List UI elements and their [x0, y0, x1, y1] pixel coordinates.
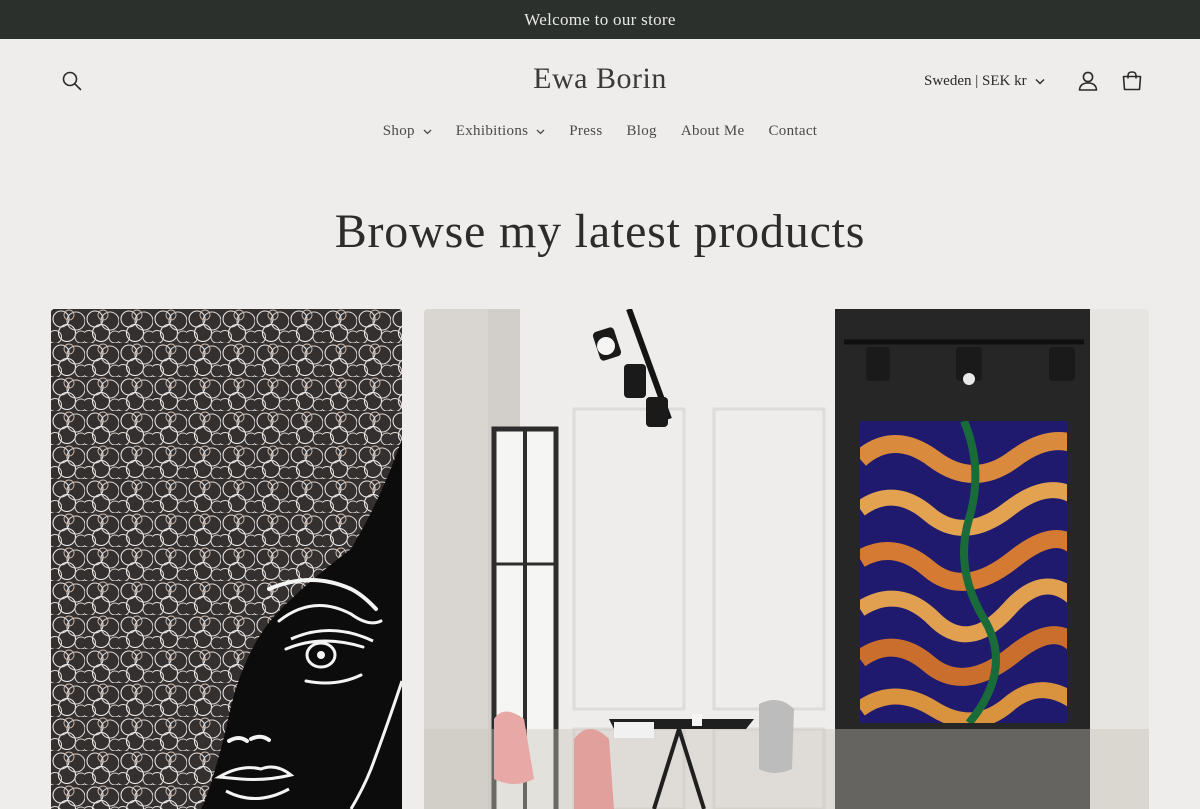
cart-icon — [1122, 71, 1142, 91]
search-icon — [62, 71, 82, 91]
nav-item-contact[interactable]: Contact — [756, 123, 829, 140]
nav-item-label: Contact — [768, 123, 818, 139]
announcement-bar: Welcome to our store — [0, 0, 1200, 39]
announcement-text: Welcome to our store — [524, 9, 676, 29]
search-button[interactable] — [52, 61, 92, 101]
nav-item-exhibitions[interactable]: Exhibitions — [444, 123, 557, 140]
chevron-down-icon — [1035, 78, 1045, 84]
nav-item-shop[interactable]: Shop — [371, 123, 444, 140]
nav-item-label: Press — [569, 123, 603, 139]
nav-item-about-me[interactable]: About Me — [669, 123, 757, 140]
country-selector-label: Sweden | SEK kr — [924, 72, 1027, 89]
account-button[interactable] — [1068, 61, 1108, 101]
cart-button[interactable] — [1112, 61, 1152, 101]
country-selector[interactable]: Sweden | SEK kr — [924, 69, 1045, 93]
main-nav: Shop Exhibitions Press Blog About Me Con… — [0, 123, 1200, 140]
nav-item-label: Exhibitions — [455, 123, 529, 139]
nav-item-blog[interactable]: Blog — [614, 123, 668, 140]
section-heading: Browse my latest products — [334, 205, 866, 258]
nav-item-label: Blog — [626, 123, 657, 139]
chevron-down-icon — [536, 129, 545, 134]
site-header: Ewa Borin Sweden | SEK kr Shop Exhibitio… — [0, 39, 1200, 160]
logo-link[interactable]: Ewa Borin — [533, 62, 667, 95]
chevron-down-icon — [423, 129, 432, 134]
product-image-gallery — [424, 309, 1149, 809]
nav-item-press[interactable]: Press — [557, 123, 614, 140]
product-image-portrait — [51, 309, 402, 809]
nav-item-label: Shop — [382, 123, 415, 139]
nav-item-label: About Me — [680, 123, 745, 139]
account-icon — [1078, 71, 1098, 91]
product-card[interactable] — [51, 309, 402, 809]
product-card[interactable] — [424, 309, 1149, 809]
